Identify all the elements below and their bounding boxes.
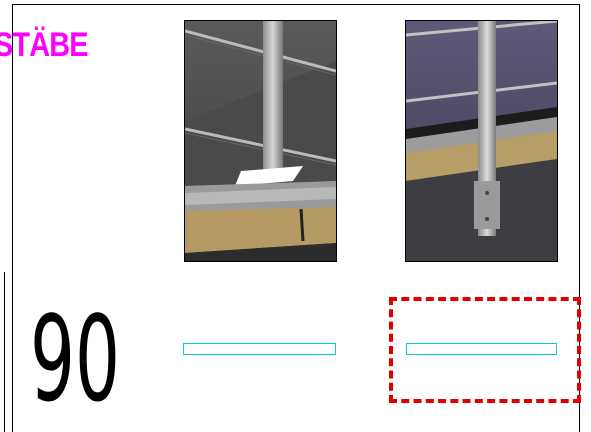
section-title: STÄBE: [0, 26, 89, 64]
selection-highlight[interactable]: [389, 297, 581, 403]
railing-side-mount-image[interactable]: [405, 20, 558, 262]
adjacent-frame-edge: [0, 272, 5, 432]
railing-base-plate-image[interactable]: [184, 20, 337, 262]
drawing-frame-top: [12, 4, 580, 5]
dimension-line-left: [183, 343, 336, 355]
drawing-frame-left: [12, 4, 13, 432]
dimension-number: 90: [30, 290, 121, 428]
